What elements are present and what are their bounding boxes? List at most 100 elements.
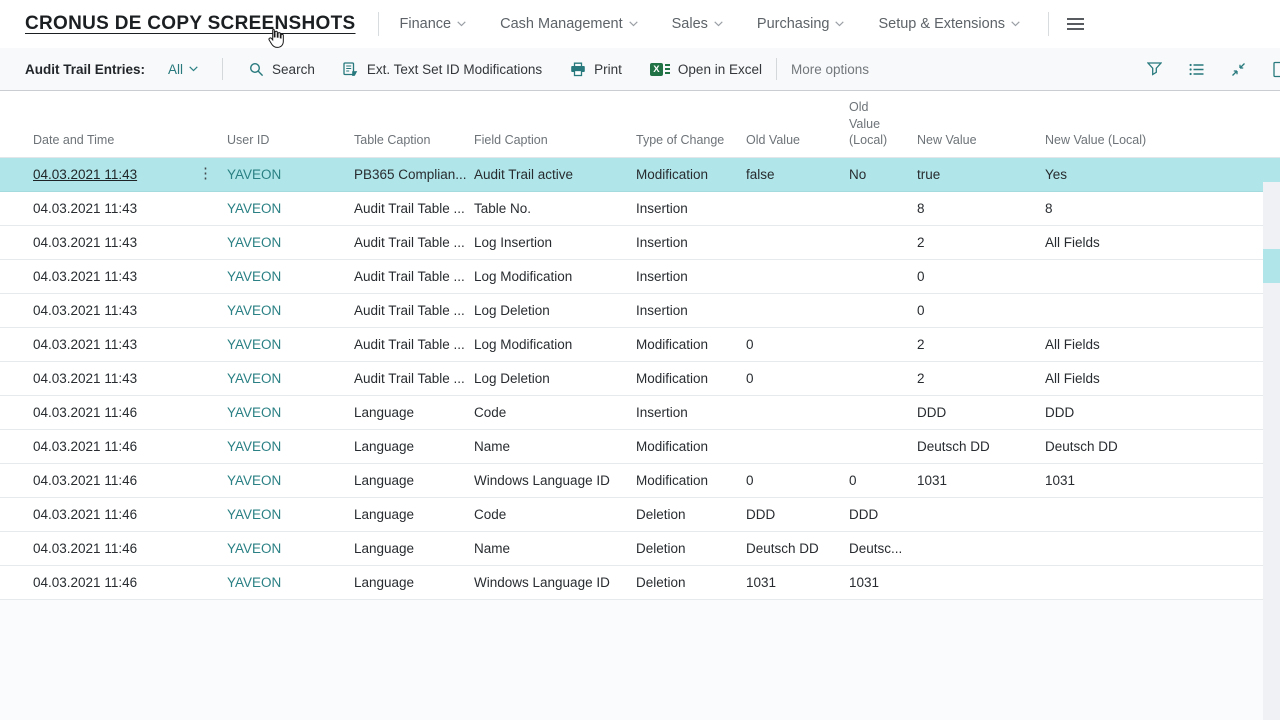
nav-item-sales[interactable]: Sales bbox=[672, 16, 723, 32]
table-row[interactable]: 04.03.2021 11:43YAVEONAudit Trail Table … bbox=[0, 294, 1280, 328]
cell-new-value[interactable]: DDD bbox=[909, 396, 1037, 429]
cell-user-id[interactable]: YAVEON bbox=[219, 532, 346, 565]
cell-user-id[interactable]: YAVEON bbox=[219, 430, 346, 463]
cell-date[interactable]: 04.03.2021 11:43 bbox=[25, 362, 192, 395]
cell-old-value[interactable] bbox=[738, 396, 841, 429]
cell-old-value[interactable]: 0 bbox=[738, 464, 841, 497]
cell-new-value-local[interactable]: 8 bbox=[1037, 192, 1280, 225]
cell-date[interactable]: 04.03.2021 11:43 bbox=[25, 158, 192, 191]
table-row[interactable]: 04.03.2021 11:43YAVEONAudit Trail Table … bbox=[0, 260, 1280, 294]
cell-old-value-local[interactable] bbox=[841, 192, 909, 225]
cell-old-value-local[interactable] bbox=[841, 226, 909, 259]
cell-type-of-change[interactable]: Insertion bbox=[628, 396, 738, 429]
cell-date[interactable]: 04.03.2021 11:43 bbox=[25, 226, 192, 259]
table-row[interactable]: 04.03.2021 11:43 YAVEONAudit Trail Table … bbox=[0, 328, 1280, 362]
search-button[interactable]: Search bbox=[235, 48, 329, 90]
cell-table-caption[interactable]: Language bbox=[346, 532, 466, 565]
company-name-link[interactable]: CRONUS DE COPY SCREENSHOTS bbox=[25, 13, 356, 35]
cell-type-of-change[interactable]: Modification bbox=[628, 362, 738, 395]
cell-new-value-local[interactable]: All Fields bbox=[1037, 226, 1280, 259]
table-row[interactable]: 04.03.2021 11:43YAVEONAudit Trail Table … bbox=[0, 226, 1280, 260]
cell-old-value[interactable]: DDD bbox=[738, 498, 841, 531]
cell-type-of-change[interactable]: Insertion bbox=[628, 260, 738, 293]
cell-date[interactable]: 04.03.2021 11:43 bbox=[25, 192, 192, 225]
cell-user-id[interactable]: YAVEON bbox=[219, 226, 346, 259]
cell-new-value[interactable] bbox=[909, 566, 1037, 599]
table-row[interactable]: 04.03.2021 11:46YAVEONLanguageCodeInsert… bbox=[0, 396, 1280, 430]
more-options-button[interactable]: More options bbox=[777, 48, 883, 90]
cell-new-value[interactable]: 2 bbox=[909, 362, 1037, 395]
cell-table-caption[interactable]: Audit Trail Table ... bbox=[346, 362, 466, 395]
cell-user-id[interactable]: YAVEON bbox=[219, 158, 346, 191]
cell-new-value[interactable]: 0 bbox=[909, 260, 1037, 293]
cell-new-value-local[interactable] bbox=[1037, 532, 1280, 565]
cell-new-value-local[interactable]: Yes bbox=[1037, 158, 1280, 191]
cell-field-caption[interactable]: Table No. bbox=[466, 192, 628, 225]
cell-table-caption[interactable]: Language bbox=[346, 566, 466, 599]
cell-old-value-local[interactable]: 0 bbox=[841, 464, 909, 497]
cell-type-of-change[interactable]: Insertion bbox=[628, 294, 738, 327]
table-row[interactable]: 04.03.2021 11:46YAVEONLanguageNameModifi… bbox=[0, 430, 1280, 464]
table-row[interactable]: 04.03.2021 11:43YAVEONAudit Trail Table … bbox=[0, 192, 1280, 226]
cell-type-of-change[interactable]: Insertion bbox=[628, 226, 738, 259]
cell-new-value[interactable]: 1031 bbox=[909, 464, 1037, 497]
cell-date[interactable]: 04.03.2021 11:43 bbox=[25, 328, 192, 361]
cell-old-value[interactable] bbox=[738, 192, 841, 225]
cell-date[interactable]: 04.03.2021 11:43 bbox=[25, 260, 192, 293]
cell-field-caption[interactable]: Log Deletion bbox=[466, 362, 628, 395]
cell-field-caption[interactable]: Name bbox=[466, 430, 628, 463]
cell-new-value[interactable] bbox=[909, 498, 1037, 531]
cell-old-value-local[interactable] bbox=[841, 396, 909, 429]
cell-new-value-local[interactable]: All Fields bbox=[1037, 362, 1280, 395]
cell-table-caption[interactable]: Language bbox=[346, 430, 466, 463]
cell-type-of-change[interactable]: Insertion bbox=[628, 192, 738, 225]
cell-user-id[interactable]: YAVEON bbox=[219, 464, 346, 497]
filter-dropdown[interactable]: All bbox=[168, 62, 198, 77]
choose-columns-button[interactable] bbox=[1189, 63, 1204, 76]
cell-new-value-local[interactable]: All Fields bbox=[1037, 328, 1280, 361]
collapse-button[interactable] bbox=[1231, 62, 1246, 77]
cell-new-value-local[interactable]: 1031 bbox=[1037, 464, 1280, 497]
cell-field-caption[interactable]: Log Modification bbox=[466, 328, 628, 361]
cell-date[interactable]: 04.03.2021 11:46 bbox=[25, 396, 192, 429]
cell-old-value[interactable] bbox=[738, 294, 841, 327]
table-row[interactable]: 04.03.2021 11:46YAVEONLanguageCodeDeleti… bbox=[0, 498, 1280, 532]
cell-new-value-local[interactable] bbox=[1037, 498, 1280, 531]
column-header-new-value[interactable]: New Value bbox=[909, 132, 1037, 157]
cell-user-id[interactable]: YAVEON bbox=[219, 498, 346, 531]
column-header-old-value[interactable]: Old Value bbox=[738, 132, 841, 157]
nav-item-cash-management[interactable]: Cash Management bbox=[500, 16, 638, 32]
cell-type-of-change[interactable]: Modification bbox=[628, 464, 738, 497]
cell-old-value[interactable]: 1031 bbox=[738, 566, 841, 599]
cell-new-value-local[interactable] bbox=[1037, 294, 1280, 327]
cell-new-value[interactable]: Deutsch DD bbox=[909, 430, 1037, 463]
cell-type-of-change[interactable]: Deletion bbox=[628, 532, 738, 565]
cell-new-value[interactable]: 8 bbox=[909, 192, 1037, 225]
cell-old-value[interactable]: 0 bbox=[738, 362, 841, 395]
cell-field-caption[interactable]: Audit Trail active bbox=[466, 158, 628, 191]
cell-old-value-local[interactable]: Deutsc... bbox=[841, 532, 909, 565]
cell-old-value[interactable] bbox=[738, 430, 841, 463]
ext-text-set-id-modifications-button[interactable]: Ext. Text Set ID Modifications bbox=[329, 48, 556, 90]
cell-table-caption[interactable]: Audit Trail Table ... bbox=[346, 328, 466, 361]
cell-field-caption[interactable]: Log Modification bbox=[466, 260, 628, 293]
cell-type-of-change[interactable]: Modification bbox=[628, 430, 738, 463]
cell-date[interactable]: 04.03.2021 11:46 bbox=[25, 464, 192, 497]
notes-pane-button[interactable] bbox=[1273, 61, 1280, 78]
cell-type-of-change[interactable]: Deletion bbox=[628, 566, 738, 599]
cell-new-value[interactable]: 0 bbox=[909, 294, 1037, 327]
cell-old-value[interactable]: false bbox=[738, 158, 841, 191]
column-header-old-value-local[interactable]: Old Value (Local) bbox=[841, 99, 895, 157]
table-row[interactable]: 04.03.2021 11:46YAVEONLanguageWindows La… bbox=[0, 566, 1280, 600]
cell-date[interactable]: 04.03.2021 11:46 bbox=[25, 566, 192, 599]
cell-old-value-local[interactable]: 1031 bbox=[841, 566, 909, 599]
cell-old-value-local[interactable]: No bbox=[841, 158, 909, 191]
column-header-type-of-change[interactable]: Type of Change bbox=[628, 132, 738, 157]
cell-user-id[interactable]: YAVEON bbox=[219, 566, 346, 599]
print-button[interactable]: Print bbox=[556, 48, 636, 90]
open-in-excel-button[interactable]: X Open in Excel bbox=[636, 48, 776, 90]
cell-new-value-local[interactable]: DDD bbox=[1037, 396, 1280, 429]
cell-user-id[interactable]: YAVEON bbox=[219, 294, 346, 327]
cell-old-value-local[interactable] bbox=[841, 430, 909, 463]
cell-user-id[interactable]: YAVEON bbox=[219, 328, 346, 361]
